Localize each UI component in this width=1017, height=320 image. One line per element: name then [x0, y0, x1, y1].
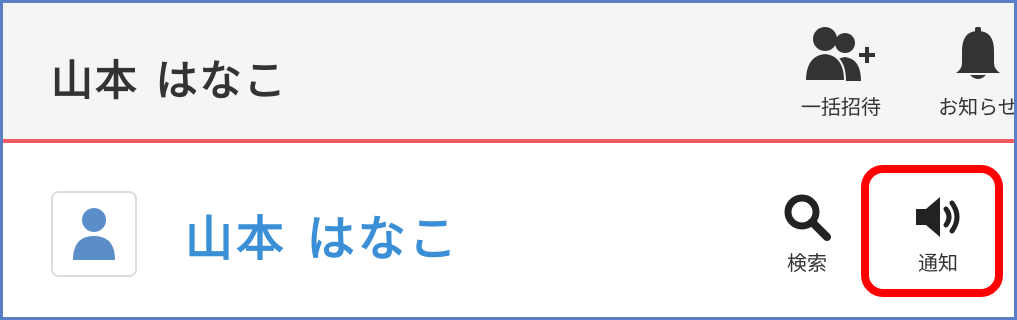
users-add-icon	[803, 27, 875, 82]
bell-icon	[956, 27, 1000, 79]
bulk-invite-label: 一括招待	[801, 95, 881, 119]
search-button[interactable]: 検索	[775, 191, 839, 276]
announcements-label: お知らせ	[938, 95, 1017, 119]
search-icon	[784, 194, 831, 241]
top-header: 山本 はなこ 一括招待 お知らせ	[3, 3, 1014, 139]
announcements-button[interactable]: お知らせ	[923, 25, 1017, 120]
profile-row: 山本 はなこ 検索 通知	[3, 143, 1014, 317]
window-frame: 山本 はなこ 一括招待 お知らせ 山本 はなこ 検索 通知	[0, 0, 1017, 320]
search-label: 検索	[787, 251, 827, 275]
bulk-invite-button[interactable]: 一括招待	[791, 25, 891, 120]
profile-name[interactable]: 山本 はなこ	[185, 199, 460, 269]
avatar[interactable]	[51, 191, 137, 277]
header-title: 山本 はなこ	[51, 56, 288, 105]
user-icon	[73, 208, 115, 260]
highlight-box	[861, 165, 1003, 297]
